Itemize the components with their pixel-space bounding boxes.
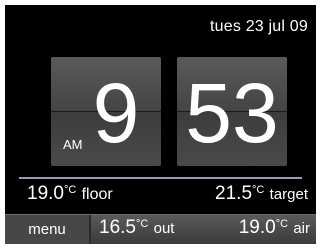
air-temp-label: air (293, 220, 310, 237)
floor-temp-label: floor (81, 186, 113, 203)
target-temp-unit: °C (252, 184, 265, 196)
target-temperature[interactable]: 21.5°C target (215, 183, 308, 205)
divider-line (19, 177, 302, 179)
minutes-tile: 53 (177, 57, 287, 166)
air-temp-unit: °C (275, 218, 289, 230)
outdoor-temperature: 16.5°C out (99, 217, 174, 239)
floor-temperature: 19.0°C floor (27, 183, 113, 205)
target-temp-label: target (269, 186, 308, 203)
thermostat-screen: tues 23 jul 09 AM 9 53 19.0°C floor 21.5… (5, 5, 316, 244)
hours-tile: AM 9 (51, 57, 161, 166)
out-temp-label: out (153, 220, 175, 237)
bottom-bar: menu 16.5°C out 19.0°C air (5, 214, 316, 244)
menu-button[interactable]: menu (5, 215, 91, 244)
date-display: tues 23 jul 09 (210, 18, 308, 35)
floor-temp-value: 19.0 (27, 183, 64, 204)
floor-temp-unit: °C (63, 184, 77, 196)
air-temperature: 19.0°C air (239, 217, 310, 239)
hours-digits: 9 (92, 66, 140, 160)
target-temp-value: 21.5 (215, 183, 253, 204)
out-temp-value: 16.5 (99, 217, 136, 238)
minutes-digits: 53 (185, 66, 279, 160)
air-temp-value: 19.0 (238, 217, 276, 238)
out-temp-unit: °C (135, 218, 149, 230)
